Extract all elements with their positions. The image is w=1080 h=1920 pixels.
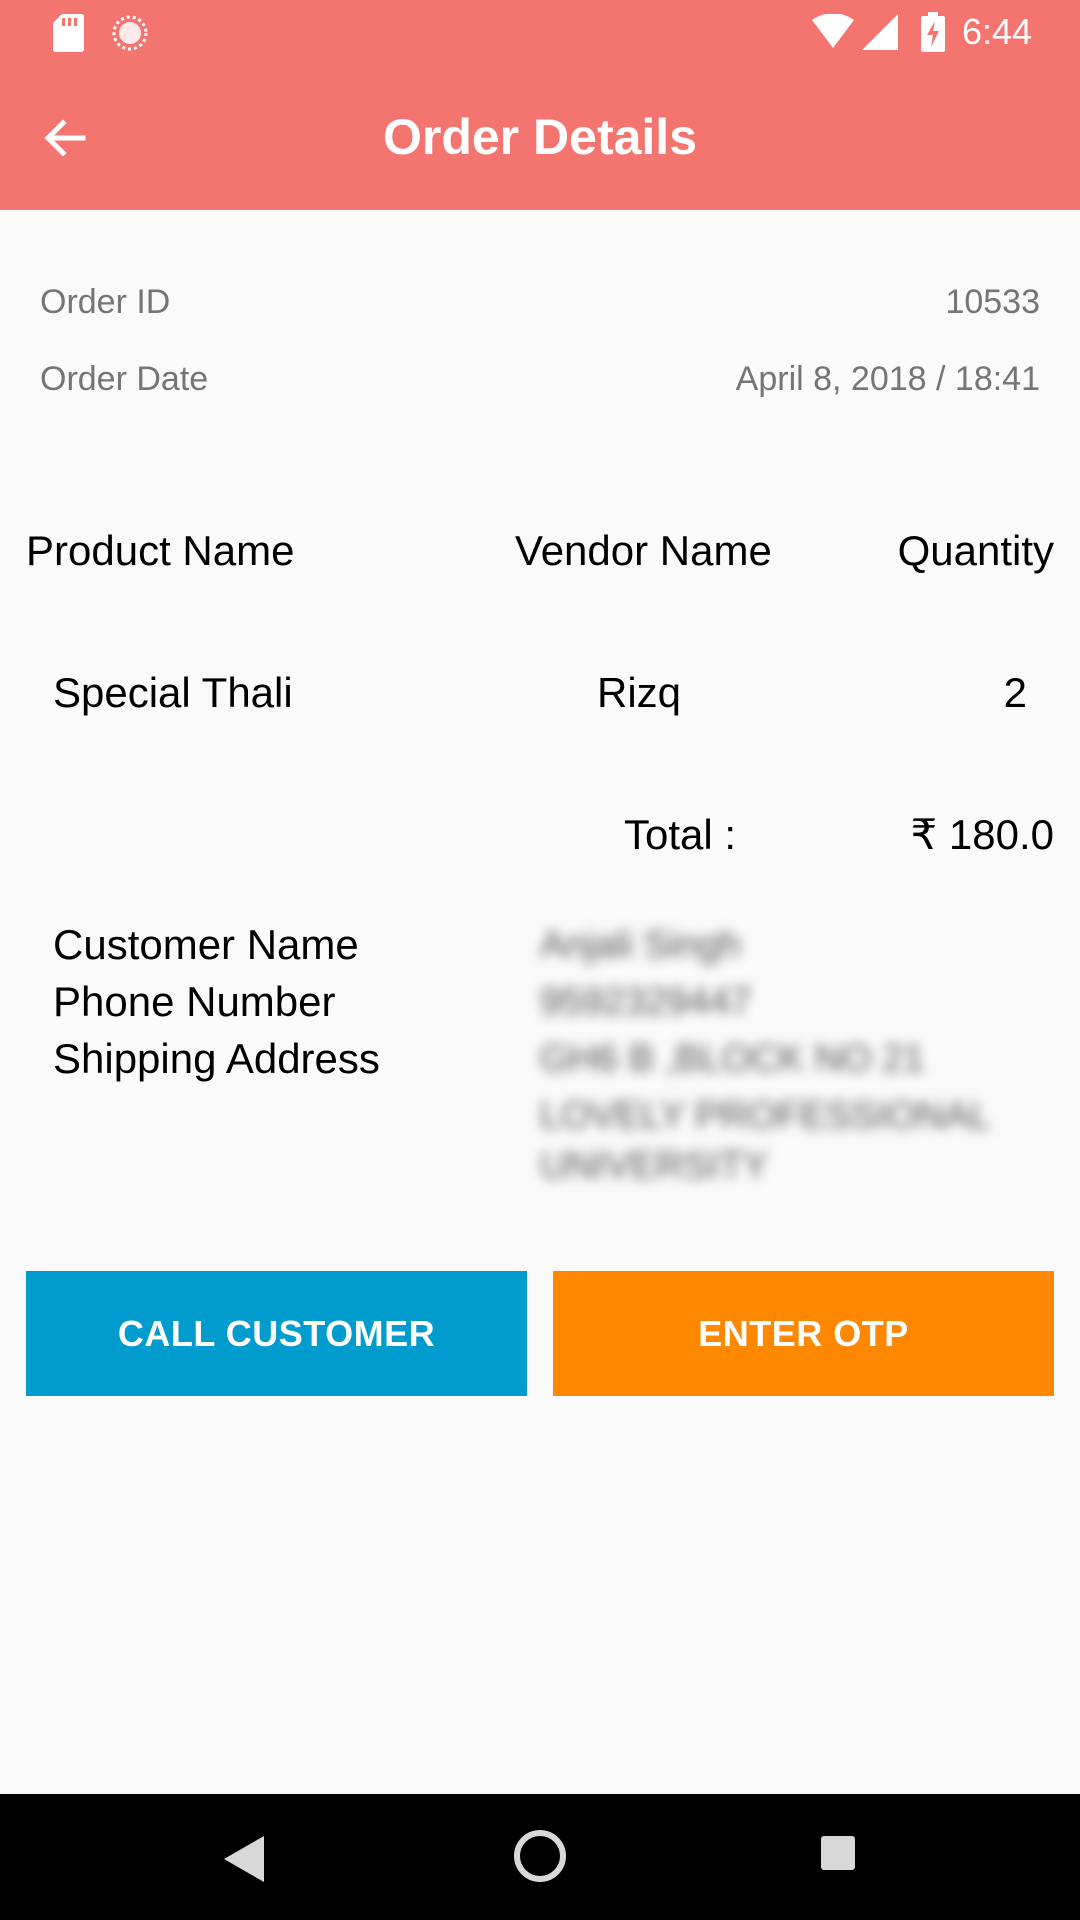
order-date-label: Order Date <box>40 360 209 398</box>
vendor-cell: Rizq <box>597 669 682 716</box>
product-name-header: Product Name <box>26 527 295 574</box>
phone-number-label: Phone Number <box>53 978 336 1025</box>
navigation-bar <box>0 1794 1080 1920</box>
customer-name-value: Anjali Singh <box>540 924 741 966</box>
status-time: 6:44 <box>962 11 1033 52</box>
arrow-back-icon <box>44 119 86 157</box>
battery-charging-icon <box>921 12 945 52</box>
address-line-2: LOVELY PROFESSIONAL <box>540 1095 991 1137</box>
page-title: Order Details <box>382 108 697 165</box>
order-id-label: Order ID <box>40 283 171 321</box>
wifi-icon <box>812 14 854 48</box>
total-value: ₹ 180.0 <box>910 811 1055 858</box>
order-date-value: April 8, 2018 / 18:41 <box>735 360 1040 398</box>
back-button[interactable] <box>34 107 96 169</box>
call-customer-button[interactable]: CALL CUSTOMER <box>26 1271 527 1396</box>
app-bar: Order Details <box>0 63 1080 210</box>
customer-name-label: Customer Name <box>53 921 359 968</box>
nav-recents-icon[interactable] <box>819 1834 857 1872</box>
sync-icon <box>112 15 148 51</box>
nav-back-icon[interactable] <box>222 1834 266 1884</box>
vendor-name-header: Vendor Name <box>515 527 772 574</box>
enter-otp-button[interactable]: ENTER OTP <box>553 1271 1054 1396</box>
product-cell: Special Thali <box>53 669 293 716</box>
quantity-header: Quantity <box>897 527 1054 574</box>
order-id-value: 10533 <box>945 283 1040 321</box>
status-bar: 6:44 <box>0 0 1080 63</box>
quantity-cell: 2 <box>1003 669 1027 716</box>
nav-home-icon[interactable] <box>512 1828 568 1884</box>
shipping-address-label: Shipping Address <box>53 1035 380 1082</box>
phone-number-value: 9592329447 <box>540 981 752 1023</box>
address-line-3: UNIVERSITY <box>540 1145 769 1187</box>
total-label: Total : <box>624 811 737 858</box>
cell-signal-icon <box>862 14 898 50</box>
address-line-1: GH6 B ,BLOCK NO 21 <box>540 1038 925 1080</box>
sd-card-icon <box>53 14 84 52</box>
